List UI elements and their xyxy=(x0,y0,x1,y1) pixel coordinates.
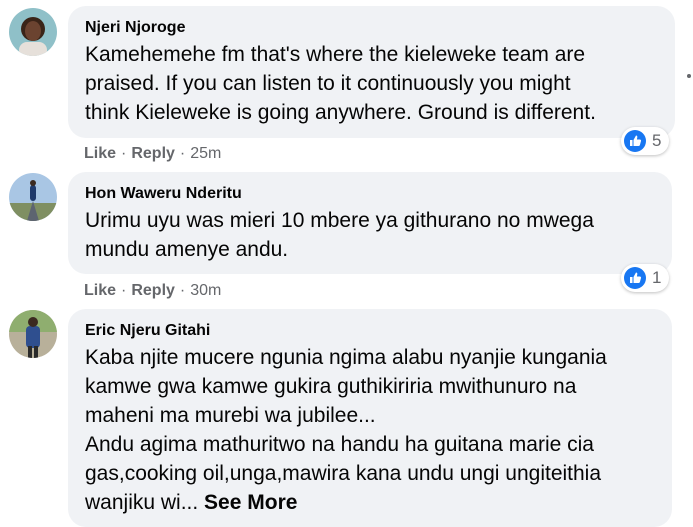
reaction-count-value: 1 xyxy=(652,268,662,287)
like-button[interactable]: Like xyxy=(84,282,116,299)
reaction-count[interactable]: 1 xyxy=(621,264,670,292)
reply-button[interactable]: Reply xyxy=(131,282,175,299)
comment-author[interactable]: Njeri Njoroge xyxy=(85,18,661,38)
separator: · xyxy=(179,145,186,162)
avatar[interactable] xyxy=(9,8,57,56)
like-button[interactable]: Like xyxy=(84,145,116,162)
comment-actions: Like · Reply · 30m xyxy=(84,281,221,301)
comment-author[interactable]: Eric Njeru Gitahi xyxy=(85,321,658,341)
avatar[interactable] xyxy=(9,310,57,358)
comment-timestamp[interactable]: 25m xyxy=(190,145,221,162)
comment-text: Kamehemehe fm that's where the kieleweke… xyxy=(85,43,596,124)
comment-bubble: Eric Njeru Gitahi Kaba njite mucere ngun… xyxy=(68,309,672,527)
reaction-count-value: 5 xyxy=(652,131,662,150)
separator: · xyxy=(121,282,127,299)
separator: · xyxy=(179,282,186,299)
comment-text: Kaba njite mucere ngunia ngima alabu nya… xyxy=(85,343,658,517)
comment-bubble: Hon Waweru Nderitu Urimu uyu was mieri 1… xyxy=(68,172,672,274)
avatar[interactable] xyxy=(9,173,57,221)
separator: · xyxy=(121,145,127,162)
comment-timestamp[interactable]: 30m xyxy=(190,282,221,299)
comment-bubble: Njeri Njoroge Kamehemehe fm that's where… xyxy=(68,6,675,138)
like-thumb-icon xyxy=(624,130,646,152)
reaction-count[interactable]: 5 xyxy=(621,127,670,155)
more-options-icon[interactable] xyxy=(686,66,692,84)
comment-author[interactable]: Hon Waweru Nderitu xyxy=(85,184,658,204)
comment-text: Urimu uyu was mieri 10 mbere ya githuran… xyxy=(85,209,594,261)
comment-actions: Like · Reply · 25m xyxy=(84,144,221,164)
reply-button[interactable]: Reply xyxy=(131,145,175,162)
comment-text-content: Kaba njite mucere ngunia ngima alabu nya… xyxy=(85,346,607,514)
like-thumb-icon xyxy=(624,267,646,289)
see-more-link[interactable]: See More xyxy=(204,491,297,514)
